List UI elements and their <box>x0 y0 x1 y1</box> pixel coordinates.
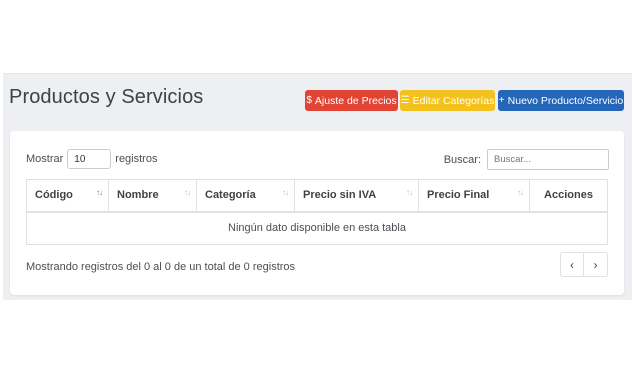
table-info: Mostrando registros del 0 al 0 de un tot… <box>26 261 296 273</box>
column-header-precio-sin-iva[interactable]: Precio sin IVA ↑↓ <box>294 179 419 213</box>
sort-icon: ↑↓ <box>184 188 191 197</box>
page-length-control: Mostrar 10 registros <box>26 149 157 169</box>
table-header-row: Código ↑↓ Nombre ↑↓ Categoría ↑↓ Precio … <box>26 179 608 213</box>
dollar-icon: $ <box>306 94 312 106</box>
search-input[interactable] <box>487 149 609 170</box>
records-label: registros <box>115 153 158 165</box>
table-row: Ningún dato disponible en esta tabla <box>26 211 608 245</box>
sort-icon: ↑↓ <box>406 188 413 197</box>
adjust-prices-label: Ajuste de Precios <box>314 94 397 107</box>
products-table-card: Mostrar 10 registros Buscar: Código ↑↓ N… <box>10 131 624 295</box>
show-label: Mostrar <box>26 153 64 165</box>
column-header-acciones: Acciones <box>529 179 608 213</box>
page-length-select[interactable]: 10 <box>67 149 112 169</box>
sort-icon: ↑↓ <box>282 188 289 197</box>
products-table: Código ↑↓ Nombre ↑↓ Categoría ↑↓ Precio … <box>26 179 608 245</box>
chevron-left-icon: ‹ <box>570 257 574 272</box>
adjust-prices-button[interactable]: $ Ajuste de Precios <box>305 90 398 111</box>
sort-icon: ↑↓ <box>517 188 524 197</box>
empty-table-message: Ningún dato disponible en esta tabla <box>26 211 608 245</box>
edit-categories-button[interactable]: ☰ Editar Categorías <box>400 90 495 111</box>
search-label: Buscar: <box>443 153 481 166</box>
chevron-right-icon: › <box>593 257 598 272</box>
list-icon: ☰ <box>400 94 410 106</box>
new-product-label: Nuevo Producto/Servicio <box>507 94 624 107</box>
page-title: Productos y Servicios <box>9 86 204 108</box>
column-header-codigo[interactable]: Código ↑↓ <box>26 179 109 213</box>
column-header-nombre[interactable]: Nombre ↑↓ <box>108 179 197 213</box>
new-product-button[interactable]: + Nuevo Producto/Servicio <box>498 90 624 111</box>
plus-icon: + <box>498 94 505 106</box>
pagination: ‹ › <box>560 252 608 277</box>
search-control: Buscar: <box>444 149 609 170</box>
column-header-categoria[interactable]: Categoría ↑↓ <box>196 179 295 213</box>
previous-page-button[interactable]: ‹ <box>560 252 584 277</box>
content-area: Productos y Servicios $ Ajuste de Precio… <box>3 73 632 300</box>
sort-icon: ↑↓ <box>96 188 103 197</box>
edit-categories-label: Editar Categorías <box>412 94 495 107</box>
column-header-precio-final[interactable]: Precio Final ↑↓ <box>418 179 530 213</box>
next-page-button[interactable]: › <box>584 252 608 277</box>
